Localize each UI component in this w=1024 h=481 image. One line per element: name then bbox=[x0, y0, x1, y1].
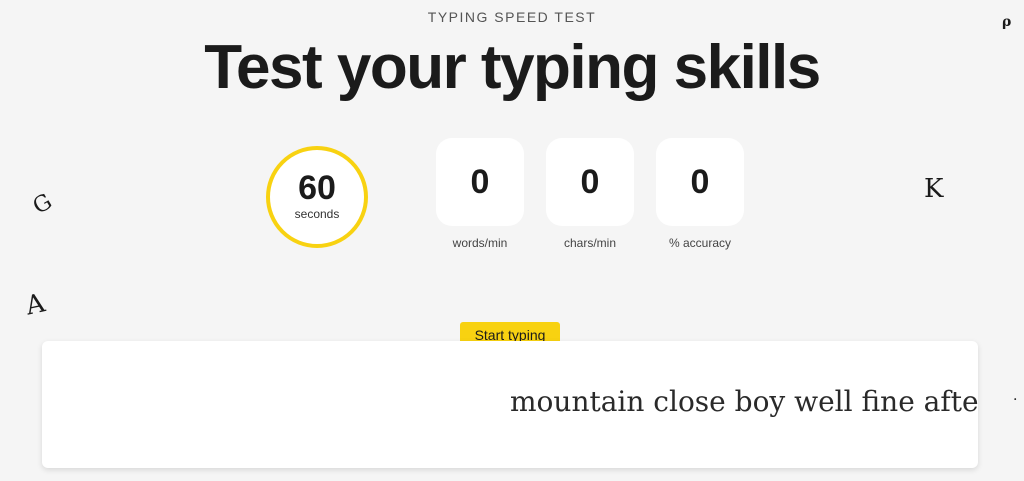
stat-accuracy: 0 % accuracy bbox=[656, 138, 744, 250]
typing-text-line: mountain close boy well fine afte bbox=[510, 385, 978, 418]
floating-letter-right-mid: K bbox=[924, 174, 944, 204]
timer-unit: seconds bbox=[294, 207, 340, 221]
timer-circle: 60 seconds bbox=[266, 146, 368, 248]
floating-letter-left-mid: G bbox=[28, 189, 57, 220]
floating-letter-right-low: · bbox=[1013, 392, 1018, 408]
floating-letter-left-low: A bbox=[23, 288, 48, 322]
typing-test-page: TYPING SPEED TEST Test your typing skill… bbox=[0, 0, 1024, 481]
stat-words-per-min: 0 words/min bbox=[436, 138, 524, 250]
stat-chars-per-min: 0 chars/min bbox=[546, 138, 634, 250]
page-eyebrow: TYPING SPEED TEST bbox=[427, 9, 597, 25]
stat-chars-label: chars/min bbox=[563, 236, 616, 250]
stat-words-label: words/min bbox=[452, 236, 508, 250]
floating-letter-top-right: ρ bbox=[1002, 14, 1012, 30]
timer-value: 60 bbox=[298, 169, 336, 207]
page-title: Test your typing skills bbox=[204, 33, 821, 102]
stat-accuracy-value: 0 bbox=[656, 138, 744, 226]
stat-accuracy-label: % accuracy bbox=[668, 236, 732, 250]
stat-words-value: 0 bbox=[436, 138, 524, 226]
typing-input-area[interactable]: mountain close boy well fine afte bbox=[42, 341, 978, 468]
stat-chars-value: 0 bbox=[546, 138, 634, 226]
